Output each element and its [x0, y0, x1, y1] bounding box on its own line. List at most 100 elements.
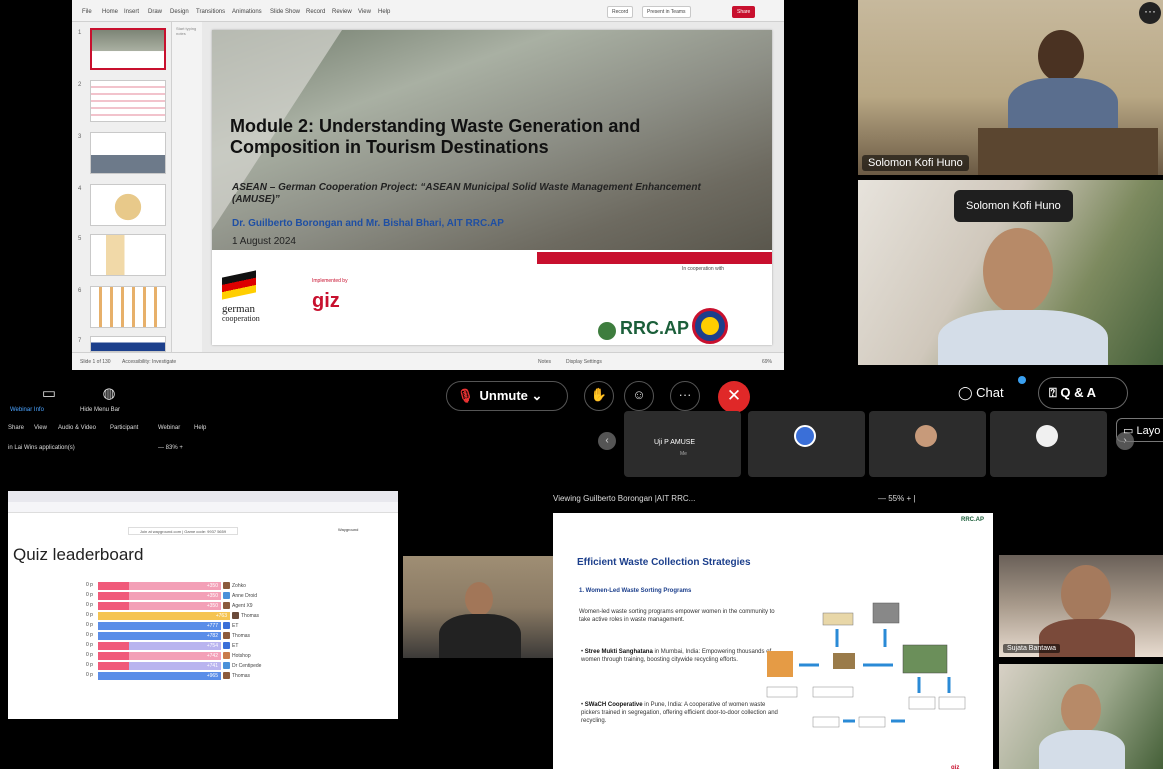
- video-tile-sujata[interactable]: Sujata Bantawa: [999, 555, 1163, 657]
- german-cooperation-logo: german cooperation: [222, 304, 260, 324]
- ppt-ribbon-menu: File Home Insert Draw Design Transitions…: [72, 0, 784, 22]
- slide-thumbnail-5[interactable]: [90, 234, 166, 276]
- german-line1: german: [222, 303, 255, 315]
- participant-avatar: [794, 425, 816, 447]
- more-icon[interactable]: ···: [670, 381, 700, 411]
- participant-body: [439, 614, 521, 658]
- slide-thumbnail-pane: 1 2 3 4 5 6 7: [72, 22, 172, 352]
- desk: [978, 128, 1158, 175]
- leave-call-icon[interactable]: ✕: [718, 381, 750, 413]
- ppt-record-button[interactable]: Record: [607, 6, 634, 18]
- ppt-menu-transitions[interactable]: Transitions: [196, 9, 225, 15]
- ppt-menu-slideshow[interactable]: Slide Show: [270, 9, 300, 15]
- row-score: 0 p: [86, 602, 93, 608]
- browser-address-bar[interactable]: [8, 502, 398, 513]
- layout-icon: ▭: [1123, 425, 1137, 437]
- captions-icon[interactable]: ▭: [38, 384, 60, 406]
- webinar-menu-view[interactable]: View: [34, 425, 47, 431]
- slide-thumbnail-7[interactable]: [90, 336, 166, 352]
- row-avatar-icon: [223, 622, 230, 629]
- status-accessibility[interactable]: Accessibility: Investigate: [122, 359, 176, 365]
- ppt-menu-insert[interactable]: Insert: [124, 9, 139, 15]
- ppt-menu-file[interactable]: File: [82, 9, 92, 15]
- row-avatar-icon: [223, 662, 230, 669]
- video-tile-speaker[interactable]: Solomon Kofi Huno: [858, 180, 1163, 365]
- ppt-menu-draw[interactable]: Draw: [148, 9, 162, 15]
- webinar-menu-help[interactable]: Help: [194, 425, 206, 431]
- chat-button[interactable]: ◯ Chat: [958, 385, 1004, 401]
- layout-label: Layo: [1136, 425, 1161, 437]
- quiz-browser-window: Join at wayground.com | Game code: 9937 …: [8, 491, 398, 719]
- participant-sub: Me: [680, 451, 687, 457]
- reactions-icon[interactable]: ☺: [624, 381, 654, 411]
- webinar-menu-webinar[interactable]: Webinar: [158, 425, 180, 431]
- ppt-menu-home[interactable]: Home: [102, 9, 118, 15]
- shared-zoom-control[interactable]: — 83% +: [158, 445, 183, 451]
- status-zoom[interactable]: 69%: [762, 359, 772, 365]
- chat-label: Chat: [976, 385, 1004, 400]
- webinar-menu-audio-video[interactable]: Audio & Video: [58, 425, 96, 431]
- viewing-zoom-control[interactable]: — 55% + |: [878, 494, 915, 503]
- slide2-heading: 1. Women-Led Waste Sorting Programs: [579, 588, 692, 594]
- leaderboard-row: 0 p +754 ET: [68, 642, 388, 650]
- ppt-menu-view[interactable]: View: [358, 9, 371, 15]
- participant-tile-4[interactable]: [990, 411, 1107, 477]
- video-tile-speaker-small[interactable]: [999, 664, 1163, 769]
- participant-tile-2[interactable]: [748, 411, 865, 477]
- slide2-title: Efficient Waste Collection Strategies: [577, 557, 751, 568]
- video-tile-presenter[interactable]: [403, 556, 555, 658]
- ppt-present-teams-button[interactable]: Present in Teams: [642, 6, 691, 18]
- more-options-icon[interactable]: ···: [1139, 2, 1161, 24]
- ppt-menu-design[interactable]: Design: [170, 9, 189, 15]
- status-display-settings[interactable]: Display Settings: [566, 359, 602, 365]
- row-player-name: Dr Centipede: [232, 663, 262, 669]
- row-bar: +350: [98, 582, 221, 590]
- webinar-share-bar: in Lai Wins application(s) — 83% +: [0, 442, 560, 456]
- giz-logo: giz: [312, 290, 340, 312]
- row-avatar-icon: [223, 632, 230, 639]
- slide-thumbnail-4[interactable]: [90, 184, 166, 226]
- slide2-intro: Women-led waste sorting programs empower…: [579, 609, 775, 623]
- globe-icon[interactable]: ◍: [98, 384, 120, 406]
- participant-head: [465, 582, 493, 616]
- hand-raise-icon[interactable]: ✋: [584, 381, 614, 411]
- notes-pane[interactable]: Start typing notes: [172, 22, 202, 352]
- ppt-menu-review[interactable]: Review: [332, 9, 352, 15]
- participant-tile-uji[interactable]: Uji P AMUSE Me: [624, 411, 741, 477]
- row-bar: +782: [98, 632, 221, 640]
- row-avatar-icon: [223, 602, 230, 609]
- ppt-status-bar: Slide 1 of 130 Accessibility: Investigat…: [72, 352, 784, 370]
- ppt-menu-animations[interactable]: Animations: [232, 9, 262, 15]
- row-points: +741: [206, 663, 218, 669]
- slide-thumbnail-3[interactable]: [90, 132, 166, 174]
- participant-head: [983, 228, 1053, 314]
- participant-head: [1061, 565, 1111, 623]
- webinar-info-link[interactable]: Webinar Info: [10, 407, 44, 413]
- participant-avatar: [1036, 425, 1058, 447]
- slide-thumbnail-2[interactable]: [90, 80, 166, 122]
- ppt-share-button[interactable]: Share: [732, 6, 756, 18]
- slide-thumbnail-6[interactable]: [90, 286, 166, 328]
- ppt-menu-help[interactable]: Help: [378, 9, 390, 15]
- video-tile-solomon[interactable]: Solomon Kofi Huno ···: [858, 0, 1163, 175]
- scroll-left-icon[interactable]: ‹: [598, 432, 616, 450]
- qa-button[interactable]: ⍰ Q & A: [1038, 377, 1128, 409]
- rrcap-emblem-icon: [598, 322, 616, 340]
- ppt-menu-record[interactable]: Record: [306, 9, 325, 15]
- webinar-menu-share[interactable]: Share: [8, 425, 24, 431]
- webinar-menu-participant[interactable]: Participant: [110, 425, 138, 431]
- participant-tile-3[interactable]: [869, 411, 986, 477]
- slide2-bullet-2: • SWaCH Cooperative in Pune, India: A co…: [581, 702, 778, 724]
- hide-menu-bar-link[interactable]: Hide Menu Bar: [80, 407, 120, 413]
- browser-tab-bar: [8, 491, 398, 502]
- slide-title: Module 2: Understanding Waste Generation…: [230, 116, 641, 157]
- row-avatar-icon: [232, 612, 239, 619]
- row-player-name: Thomas: [232, 673, 251, 679]
- row-avatar-icon: [223, 592, 230, 599]
- status-notes-button[interactable]: Notes: [538, 359, 551, 365]
- bullet1-bold: Stree Mukti Sanghatana: [584, 649, 653, 655]
- row-score: 0 p: [86, 652, 93, 658]
- slide-thumbnail-1[interactable]: [90, 28, 166, 70]
- row-score: 0 p: [86, 642, 93, 648]
- layout-button[interactable]: ▭ Layo: [1116, 418, 1163, 442]
